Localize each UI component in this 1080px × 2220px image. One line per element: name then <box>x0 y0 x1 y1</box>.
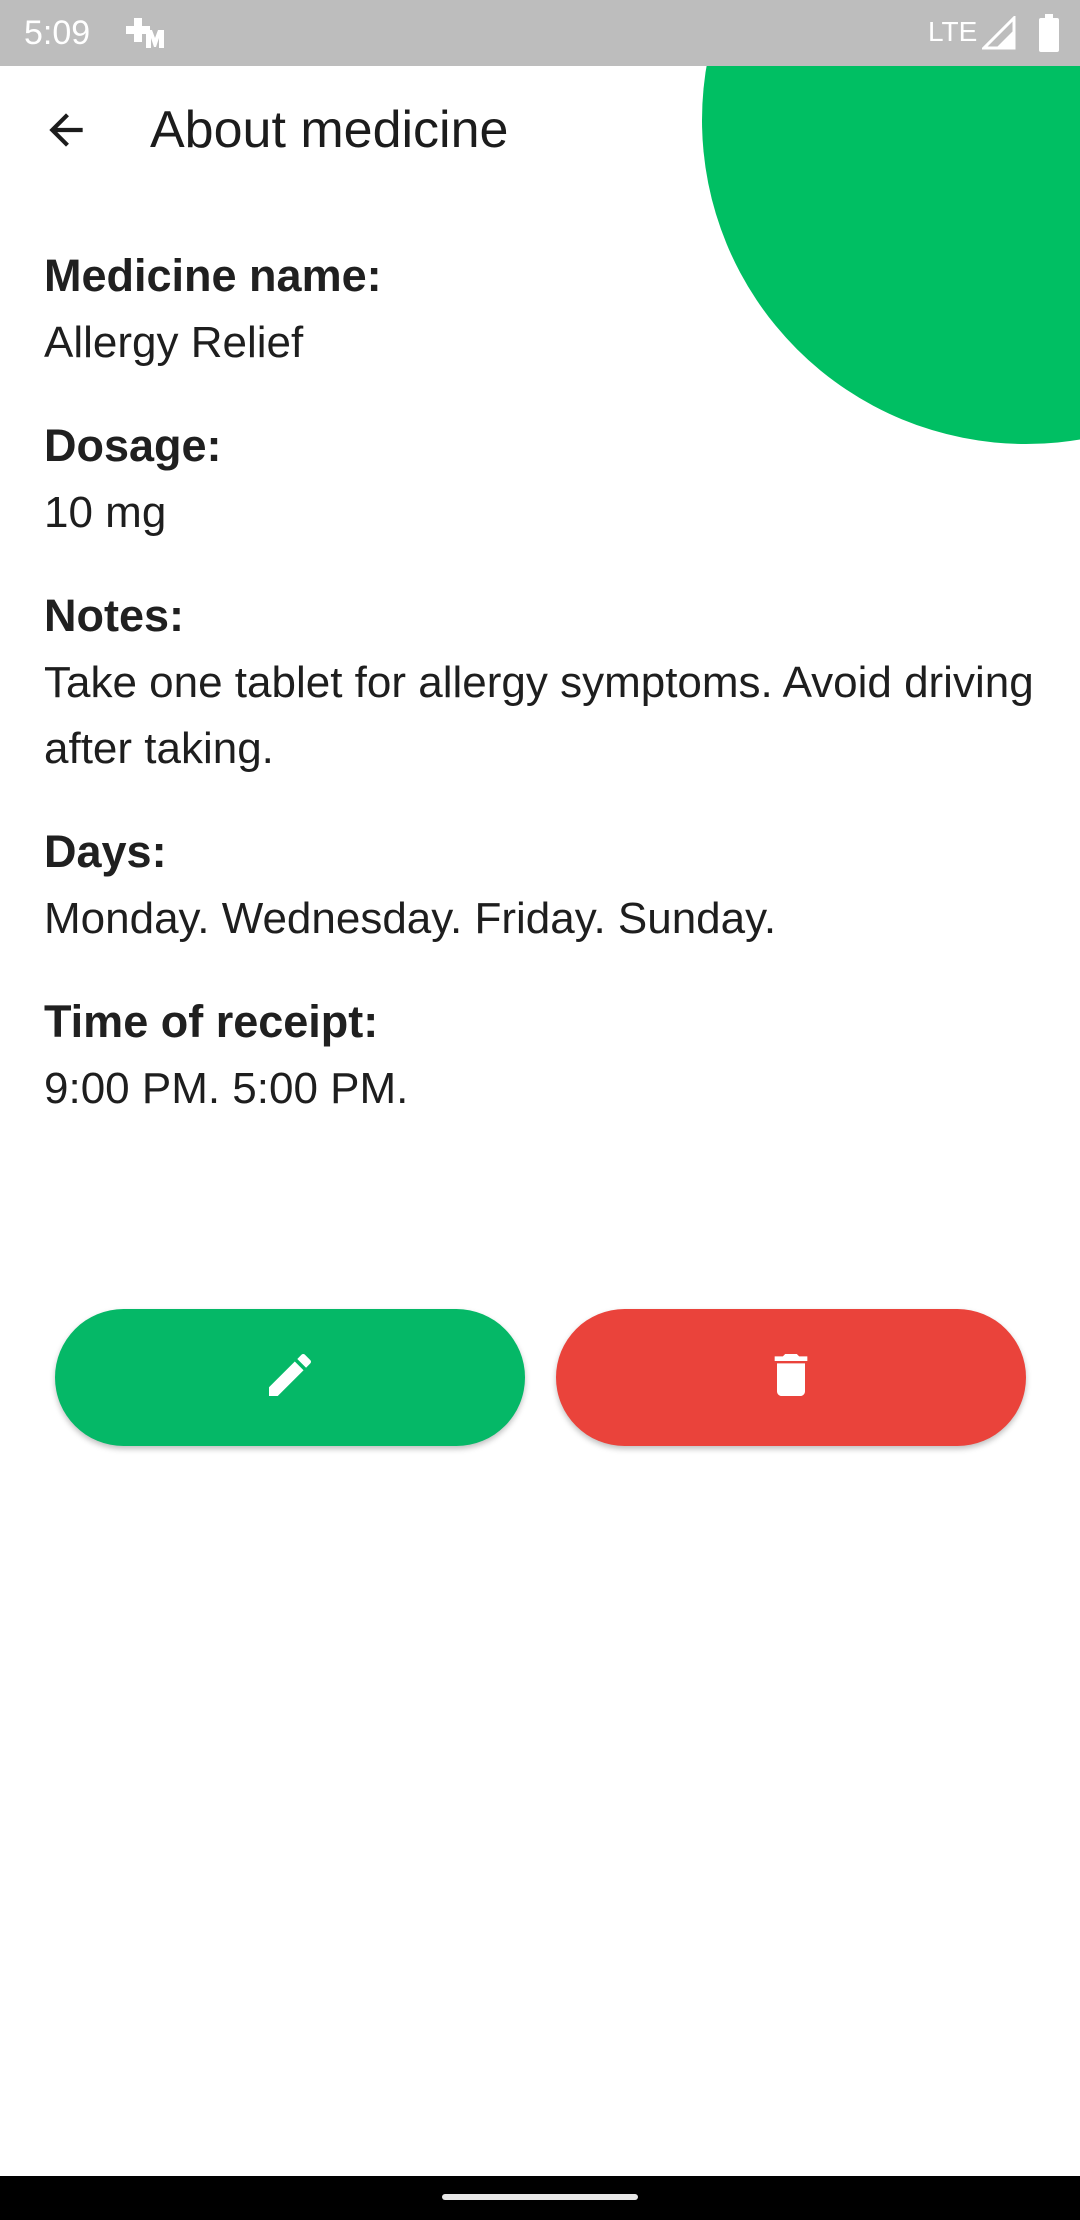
time-of-receipt-field: Time of receipt: 9:00 PM. 5:00 PM. <box>44 990 1044 1122</box>
home-gesture-handle[interactable] <box>442 2194 638 2200</box>
time-of-receipt-value: 9:00 PM. 5:00 PM. <box>44 1064 409 1113</box>
back-button[interactable] <box>28 102 104 162</box>
pencil-icon <box>262 1347 318 1408</box>
days-value: Monday. Wednesday. Friday. Sunday. <box>44 894 777 943</box>
status-bar: 5:09 LTE <box>0 0 1080 66</box>
dosage-label: Dosage: <box>44 420 222 471</box>
edit-button[interactable] <box>55 1309 525 1446</box>
medicine-name-value: Allergy Relief <box>44 318 304 367</box>
arrow-back-icon <box>41 105 91 160</box>
medicine-name-label: Medicine name: <box>44 250 382 301</box>
time-of-receipt-label: Time of receipt: <box>44 996 379 1047</box>
navigation-bar <box>0 2176 1080 2220</box>
signal-icon <box>980 14 1016 50</box>
delete-button[interactable] <box>556 1309 1026 1446</box>
notes-label: Notes: <box>44 590 185 641</box>
dosage-field: Dosage: 10 mg <box>44 414 1044 546</box>
page-title: About medicine <box>150 101 509 159</box>
app-bar: About medicine <box>0 66 1080 198</box>
status-time: 5:09 <box>24 14 91 52</box>
battery-icon <box>1038 14 1060 52</box>
trash-icon <box>763 1347 819 1408</box>
days-label: Days: <box>44 826 167 877</box>
medicine-details: Medicine name: Allergy Relief Dosage: 10… <box>44 244 1044 1160</box>
screen: 5:09 LTE About medicine Medicine name: A… <box>0 0 1080 2220</box>
dosage-value: 10 mg <box>44 488 167 537</box>
notes-field: Notes: Take one tablet for allergy sympt… <box>44 584 1044 782</box>
medical-cross-m-icon <box>124 16 168 50</box>
medicine-name-field: Medicine name: Allergy Relief <box>44 244 1044 376</box>
network-type: LTE <box>928 16 978 47</box>
notes-value: Take one tablet for allergy symptoms. Av… <box>44 658 1034 773</box>
days-field: Days: Monday. Wednesday. Friday. Sunday. <box>44 820 1044 952</box>
